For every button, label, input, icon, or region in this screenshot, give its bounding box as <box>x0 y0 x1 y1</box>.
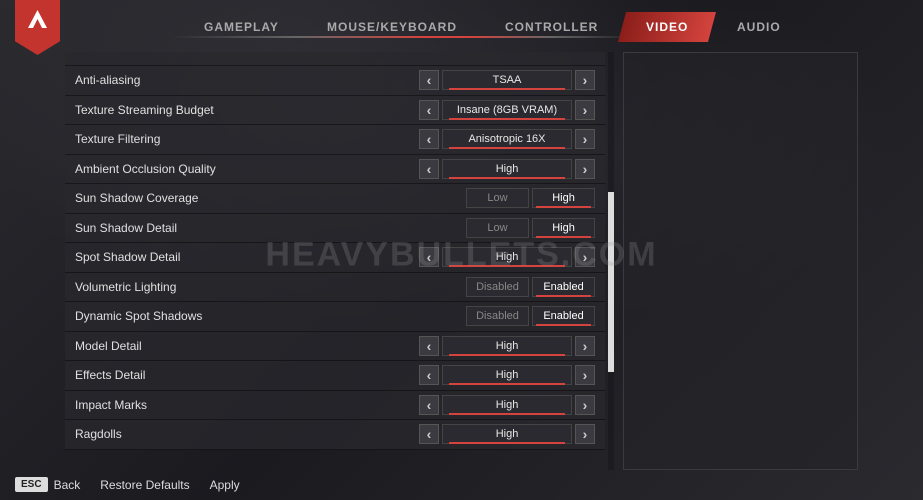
scrollbar-track[interactable] <box>608 52 614 470</box>
setting-row-3[interactable]: Ambient Occlusion Quality‹High› <box>65 155 605 185</box>
setting-control: ‹High› <box>419 395 595 415</box>
setting-label: Effects Detail <box>75 368 419 382</box>
setting-row-1[interactable]: Texture Streaming Budget‹Insane (8GB VRA… <box>65 96 605 126</box>
setting-value: High <box>442 247 572 267</box>
footer-bar: ESC Back Restore Defaults Apply <box>15 477 240 492</box>
setting-control: ‹TSAA› <box>419 70 595 90</box>
setting-control: ‹High› <box>419 365 595 385</box>
arrow-right-icon[interactable]: › <box>575 365 595 385</box>
toggle-group: DisabledEnabled <box>466 306 595 326</box>
setting-row-0[interactable]: Anti-aliasing‹TSAA› <box>65 66 605 96</box>
setting-row-5[interactable]: Sun Shadow DetailLowHigh <box>65 214 605 244</box>
arrow-right-icon[interactable]: › <box>575 70 595 90</box>
setting-control: LowHigh <box>466 188 595 208</box>
apply-button[interactable]: Apply <box>210 478 240 492</box>
setting-value: High <box>442 336 572 356</box>
setting-control: ‹Insane (8GB VRAM)› <box>419 100 595 120</box>
setting-value: TSAA <box>442 70 572 90</box>
settings-list: Anti-aliasing‹TSAA›Texture Streaming Bud… <box>65 52 605 470</box>
arrow-right-icon[interactable]: › <box>575 336 595 356</box>
setting-value: High <box>442 365 572 385</box>
setting-label: Ambient Occlusion Quality <box>75 162 419 176</box>
setting-row-9[interactable]: Model Detail‹High› <box>65 332 605 362</box>
setting-control: DisabledEnabled <box>466 306 595 326</box>
setting-value: High <box>442 159 572 179</box>
setting-row-2[interactable]: Texture Filtering‹Anisotropic 16X› <box>65 125 605 155</box>
setting-control: ‹High› <box>419 159 595 179</box>
setting-label: Anti-aliasing <box>75 73 419 87</box>
arrow-left-icon[interactable]: ‹ <box>419 395 439 415</box>
setting-label: Sun Shadow Detail <box>75 221 466 235</box>
settings-row-partial <box>65 52 605 66</box>
toggle-group: LowHigh <box>466 188 595 208</box>
scrollbar-thumb[interactable] <box>608 192 614 372</box>
setting-label: Model Detail <box>75 339 419 353</box>
toggle-option-right[interactable]: Enabled <box>532 277 595 297</box>
setting-row-12[interactable]: Ragdolls‹High› <box>65 420 605 450</box>
toggle-option-left[interactable]: Low <box>466 188 529 208</box>
arrow-left-icon[interactable]: ‹ <box>419 424 439 444</box>
arrow-left-icon[interactable]: ‹ <box>419 70 439 90</box>
arrow-right-icon[interactable]: › <box>575 129 595 149</box>
arrow-left-icon[interactable]: ‹ <box>419 365 439 385</box>
tab-audio[interactable]: AUDIO <box>709 12 809 42</box>
tab-mousekeyboard[interactable]: MOUSE/KEYBOARD <box>299 12 485 42</box>
info-panel <box>623 52 858 470</box>
setting-control: DisabledEnabled <box>466 277 595 297</box>
setting-label: Texture Filtering <box>75 132 419 146</box>
back-label: Back <box>54 478 81 492</box>
setting-row-8[interactable]: Dynamic Spot ShadowsDisabledEnabled <box>65 302 605 332</box>
arrow-right-icon[interactable]: › <box>575 100 595 120</box>
setting-control: ‹High› <box>419 424 595 444</box>
toggle-option-right[interactable]: High <box>532 188 595 208</box>
setting-row-6[interactable]: Spot Shadow Detail‹High› <box>65 243 605 273</box>
setting-control: ‹High› <box>419 336 595 356</box>
arrow-left-icon[interactable]: ‹ <box>419 100 439 120</box>
setting-value: High <box>442 424 572 444</box>
back-button[interactable]: ESC Back <box>15 477 80 492</box>
toggle-option-left[interactable]: Disabled <box>466 306 529 326</box>
setting-control: ‹High› <box>419 247 595 267</box>
settings-tabs: GAMEPLAYMOUSE/KEYBOARDCONTROLLERVIDEOAUD… <box>180 12 804 42</box>
arrow-left-icon[interactable]: ‹ <box>419 159 439 179</box>
setting-label: Ragdolls <box>75 427 419 441</box>
arrow-right-icon[interactable]: › <box>575 159 595 179</box>
arrow-left-icon[interactable]: ‹ <box>419 129 439 149</box>
setting-label: Spot Shadow Detail <box>75 250 419 264</box>
setting-label: Volumetric Lighting <box>75 280 466 294</box>
setting-label: Sun Shadow Coverage <box>75 191 466 205</box>
tab-controller[interactable]: CONTROLLER <box>477 12 626 42</box>
esc-key-icon: ESC <box>15 477 48 492</box>
toggle-option-left[interactable]: Disabled <box>466 277 529 297</box>
setting-label: Texture Streaming Budget <box>75 103 419 117</box>
toggle-group: LowHigh <box>466 218 595 238</box>
toggle-option-left[interactable]: Low <box>466 218 529 238</box>
setting-label: Dynamic Spot Shadows <box>75 309 466 323</box>
arrow-right-icon[interactable]: › <box>575 247 595 267</box>
setting-control: LowHigh <box>466 218 595 238</box>
arrow-left-icon[interactable]: ‹ <box>419 247 439 267</box>
arrow-right-icon[interactable]: › <box>575 424 595 444</box>
toggle-group: DisabledEnabled <box>466 277 595 297</box>
arrow-left-icon[interactable]: ‹ <box>419 336 439 356</box>
toggle-option-right[interactable]: High <box>532 218 595 238</box>
setting-row-4[interactable]: Sun Shadow CoverageLowHigh <box>65 184 605 214</box>
setting-row-11[interactable]: Impact Marks‹High› <box>65 391 605 421</box>
toggle-option-right[interactable]: Enabled <box>532 306 595 326</box>
tab-gameplay[interactable]: GAMEPLAY <box>176 12 307 42</box>
setting-value: Insane (8GB VRAM) <box>442 100 572 120</box>
setting-row-7[interactable]: Volumetric LightingDisabledEnabled <box>65 273 605 303</box>
setting-value: High <box>442 395 572 415</box>
setting-value: Anisotropic 16X <box>442 129 572 149</box>
arrow-right-icon[interactable]: › <box>575 395 595 415</box>
setting-control: ‹Anisotropic 16X› <box>419 129 595 149</box>
setting-row-10[interactable]: Effects Detail‹High› <box>65 361 605 391</box>
restore-defaults-button[interactable]: Restore Defaults <box>100 478 189 492</box>
setting-label: Impact Marks <box>75 398 419 412</box>
tab-video[interactable]: VIDEO <box>618 12 716 42</box>
